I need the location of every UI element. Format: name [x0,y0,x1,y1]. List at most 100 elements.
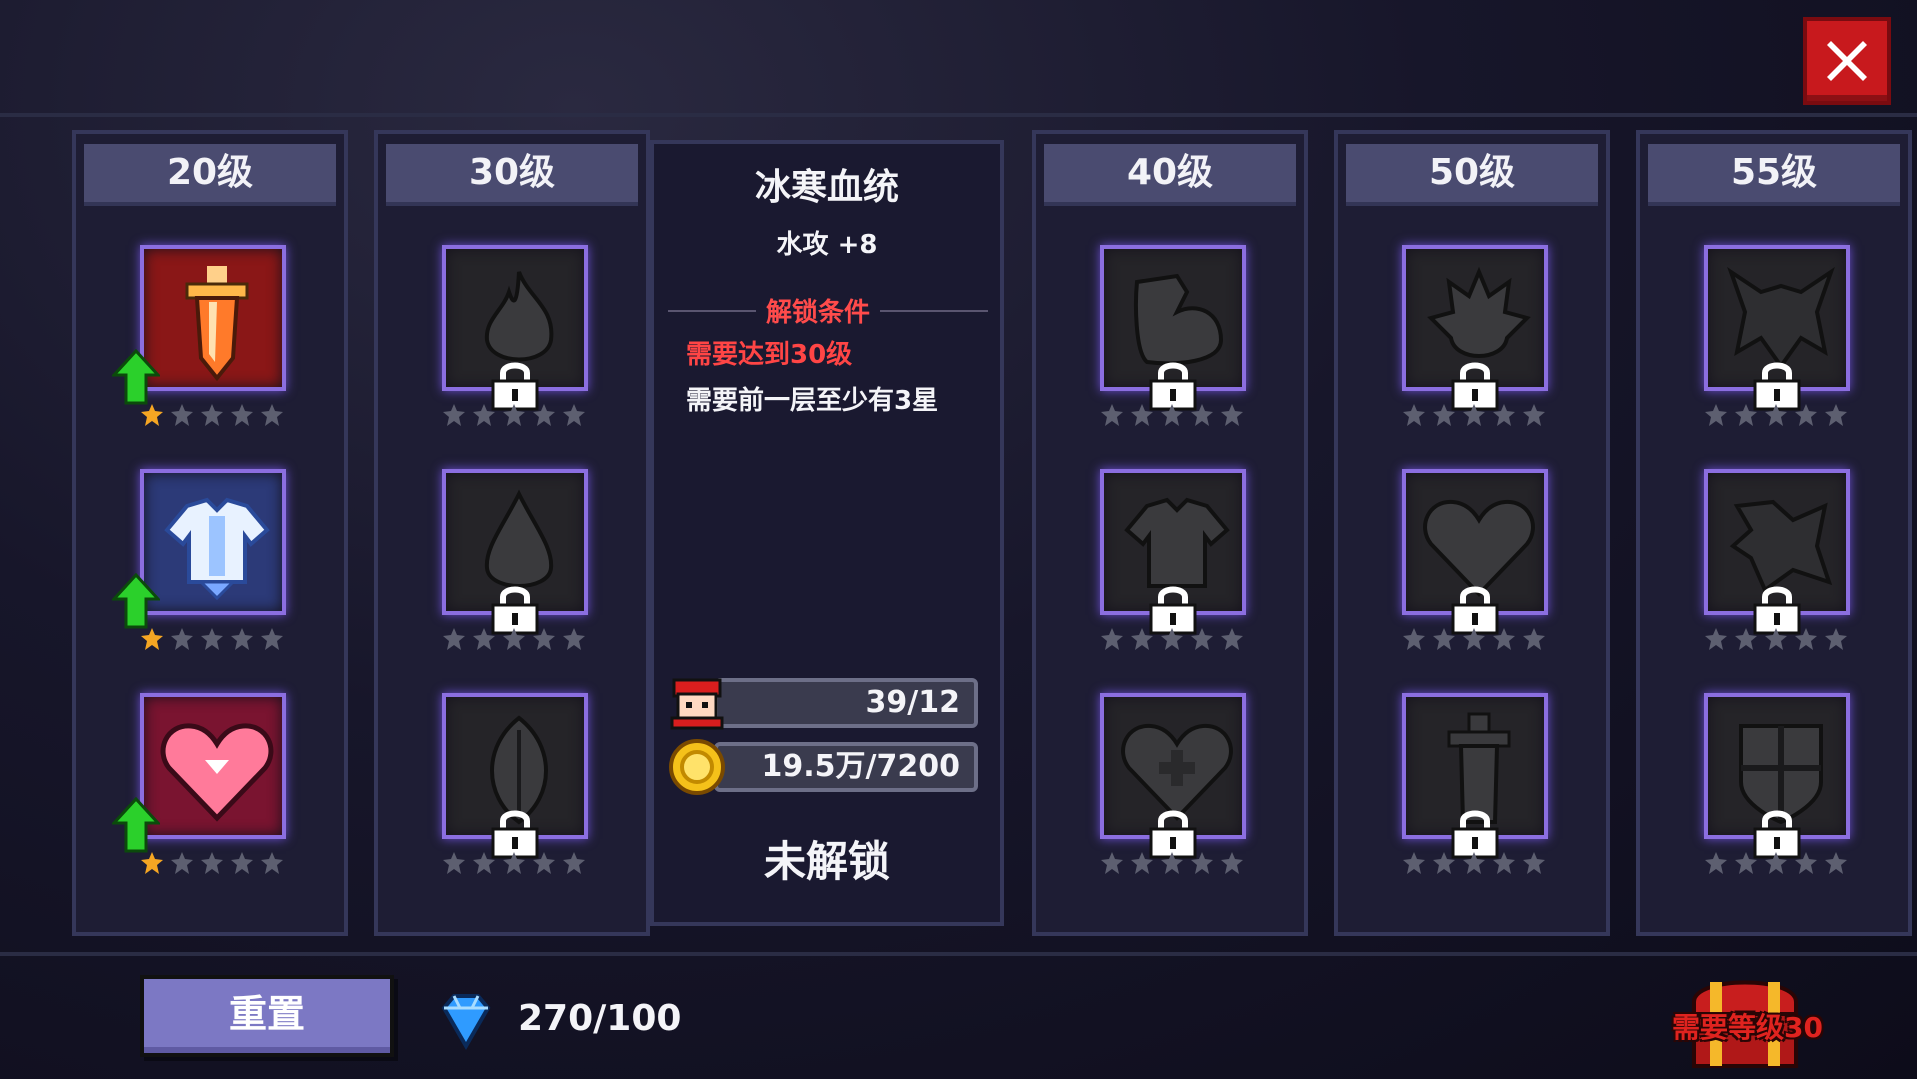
requirement-stars: 需要前一层至少有3星 [686,386,939,416]
star-empty-icon [503,404,525,426]
star-empty-icon [201,852,223,874]
star-empty-icon [171,628,193,650]
tier-level-label: 55级 [1648,144,1900,206]
star-empty-icon [1765,404,1787,426]
tier-level-label: 20级 [84,144,336,206]
star-rating [1704,851,1854,875]
star-empty-icon [1403,404,1425,426]
skill-slot-locked[interactable] [1704,469,1854,659]
skill-slot-locked[interactable] [442,469,592,659]
skill-slot-locked[interactable] [1100,469,1250,659]
star-empty-icon [563,404,585,426]
star-empty-icon [533,628,555,650]
star-empty-icon [473,852,495,874]
star-rating [1704,627,1854,651]
header-divider [0,113,1917,117]
star-empty-icon [1795,852,1817,874]
star-empty-icon [1523,404,1545,426]
skill-slot[interactable] [112,693,290,883]
tier-level-label: 30级 [386,144,638,206]
star-empty-icon [1131,404,1153,426]
star-rating [140,851,290,875]
star-empty-icon [443,404,465,426]
star-empty-icon [1493,628,1515,650]
star-rating [140,627,290,651]
star-empty-icon [1493,404,1515,426]
star-empty-icon [171,852,193,874]
star-empty-icon [503,628,525,650]
star-rating [1100,403,1250,427]
skill-slot-locked[interactable] [1100,245,1250,435]
skill-slot-locked[interactable] [442,245,592,435]
star-empty-icon [1463,404,1485,426]
skill-slot-locked[interactable] [1402,245,1552,435]
star-empty-icon [1433,404,1455,426]
star-empty-icon [1191,852,1213,874]
skill-slot-locked[interactable] [1100,693,1250,883]
star-empty-icon [1463,852,1485,874]
skill-slot-locked[interactable] [1704,245,1854,435]
star-empty-icon [1705,852,1727,874]
star-filled-icon [141,628,163,650]
resource-value: 39/12 [865,685,960,720]
star-empty-icon [1463,628,1485,650]
unlock-conditions-title: 解锁条件 [756,292,881,329]
star-rating [1402,851,1552,875]
star-empty-icon [201,628,223,650]
star-filled-icon [141,404,163,426]
star-filled-icon [141,852,163,874]
footer-divider [0,952,1917,956]
star-empty-icon [201,404,223,426]
star-empty-icon [1101,852,1123,874]
star-rating [1100,851,1250,875]
skill-slot[interactable] [112,469,290,659]
upgrade-arrow-icon [112,349,160,405]
star-empty-icon [1765,852,1787,874]
skill-slot-locked[interactable] [442,693,592,883]
blue-gem-icon [441,994,491,1050]
star-empty-icon [1221,404,1243,426]
star-empty-icon [171,404,193,426]
star-empty-icon [231,628,253,650]
star-empty-icon [1101,404,1123,426]
star-empty-icon [1795,404,1817,426]
star-empty-icon [231,852,253,874]
star-empty-icon [1161,404,1183,426]
star-empty-icon [473,404,495,426]
sword-icon [185,266,249,382]
star-empty-icon [1191,404,1213,426]
star-empty-icon [1825,404,1847,426]
star-empty-icon [231,404,253,426]
skill-slot-locked[interactable] [1704,693,1854,883]
star-empty-icon [1735,852,1757,874]
star-empty-icon [1705,628,1727,650]
skill-slot-locked[interactable] [1402,469,1552,659]
gem-count: 270/100 [518,998,682,1039]
star-empty-icon [1161,628,1183,650]
star-empty-icon [1131,852,1153,874]
reset-button[interactable]: 重置 [140,975,394,1057]
star-empty-icon [443,852,465,874]
skill-effect: 水攻 +8 [776,230,878,260]
close-button[interactable] [1803,17,1891,105]
gold-coin-icon [669,739,725,795]
star-empty-icon [1705,404,1727,426]
star-rating [442,851,592,875]
star-rating [1704,403,1854,427]
unlock-status: 未解锁 [763,837,890,886]
skill-title: 冰寒血统 [754,167,899,208]
star-rating [1100,627,1250,651]
star-empty-icon [1493,852,1515,874]
star-empty-icon [533,852,555,874]
star-empty-icon [1161,852,1183,874]
star-empty-icon [533,404,555,426]
requirement-level: 需要达到30级 [686,340,853,370]
star-empty-icon [1825,628,1847,650]
skill-slot-locked[interactable] [1402,693,1552,883]
star-empty-icon [1765,628,1787,650]
star-empty-icon [1191,628,1213,650]
star-empty-icon [1795,628,1817,650]
star-empty-icon [563,628,585,650]
star-empty-icon [1523,852,1545,874]
skill-slot[interactable] [112,245,290,435]
